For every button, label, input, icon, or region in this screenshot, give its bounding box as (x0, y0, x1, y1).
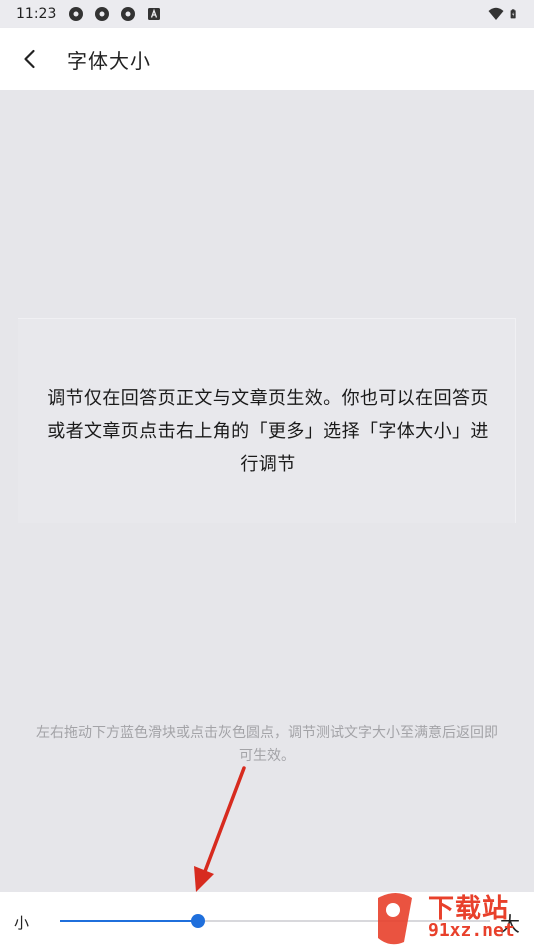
wifi-icon (488, 7, 504, 20)
preview-text: 调节仅在回答页正文与文章页生效。你也可以在回答页或者文章页点击右上角的「更多」选… (47, 388, 489, 475)
notification-icons (68, 6, 162, 22)
back-button[interactable] (0, 28, 60, 90)
page-title: 字体大小 (67, 48, 151, 73)
system-icons (488, 6, 520, 22)
back-arrow-icon (24, 49, 35, 69)
slider-max-label: 大 (500, 912, 520, 936)
app-bar: 字体大小 (0, 28, 534, 90)
app-notification-icon (121, 7, 136, 21)
keyboard-notification-icon (148, 8, 161, 20)
slider-min-label: 小 (14, 914, 30, 932)
status-bar: 11:23 (0, 0, 534, 28)
app-notification-icon (95, 7, 110, 21)
slider-thumb[interactable] (190, 914, 205, 928)
font-size-slider-track[interactable] (60, 914, 490, 928)
app-notification-icon (69, 7, 84, 21)
status-time: 11:23 (16, 6, 57, 22)
slider-fill (60, 920, 198, 922)
hint-text: 左右拖动下方蓝色滑块或点击灰色圆点，调节测试文字大小至满意后返回即可生效。 (36, 725, 498, 764)
battery-icon (510, 9, 516, 19)
font-size-slider-bar: 小 大 (0, 892, 534, 950)
